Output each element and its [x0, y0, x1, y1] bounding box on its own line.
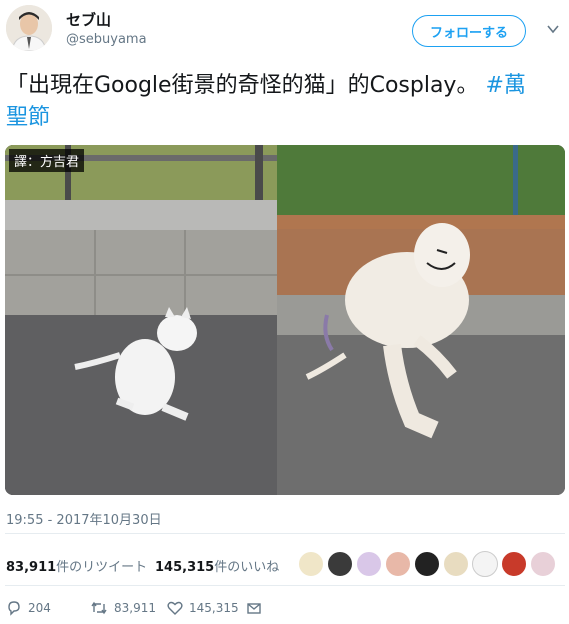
- avatar[interactable]: [6, 5, 52, 51]
- liker-avatar[interactable]: [414, 551, 440, 577]
- like-stat[interactable]: 145,315件のいいね: [155, 556, 279, 575]
- chevron-down-icon[interactable]: [546, 22, 560, 36]
- retweet-stat[interactable]: 83,911件のリツイート: [6, 556, 147, 575]
- like-button[interactable]: 145,315: [167, 600, 239, 616]
- street-cat-photo: [5, 145, 277, 495]
- message-button[interactable]: [246, 600, 268, 616]
- like-stat-label: 件のいいね: [214, 560, 280, 575]
- like-count: 145,315: [189, 601, 239, 615]
- liker-avatar[interactable]: [327, 551, 353, 577]
- retweet-stat-count: 83,911: [6, 560, 57, 575]
- cosplay-photo: [277, 145, 565, 495]
- retweet-stat-label: 件のリツイート: [56, 560, 148, 575]
- like-icon: [167, 601, 183, 615]
- liker-avatar[interactable]: [356, 551, 382, 577]
- liker-avatar[interactable]: [443, 551, 469, 577]
- follow-button[interactable]: フォローする: [412, 15, 526, 47]
- liker-avatar[interactable]: [530, 551, 556, 577]
- liker-avatars: [298, 551, 559, 577]
- retweet-count: 83,911: [114, 601, 156, 615]
- divider: [5, 585, 565, 586]
- display-name[interactable]: セブ山: [66, 9, 111, 30]
- tweet-media[interactable]: 譯：方吉君: [5, 145, 565, 495]
- reply-icon: [8, 601, 20, 616]
- retweet-button[interactable]: 83,911: [90, 600, 156, 616]
- divider: [5, 533, 565, 534]
- tweet-text: 「出現在Google街景的奇怪的猫」的Cosplay。 #萬聖節: [6, 70, 546, 134]
- media-caption: 譯：方吉君: [9, 149, 85, 172]
- liker-avatar[interactable]: [385, 551, 411, 577]
- tweet-text-main: 「出現在Google街景的奇怪的猫」的Cosplay。: [6, 73, 479, 98]
- message-icon: [247, 603, 261, 614]
- liker-avatar[interactable]: [298, 551, 324, 577]
- liker-avatar[interactable]: [501, 551, 527, 577]
- reply-button[interactable]: 204: [6, 600, 51, 616]
- reply-count: 204: [28, 601, 51, 615]
- user-handle[interactable]: @sebuyama: [66, 32, 147, 47]
- retweet-icon: [91, 601, 107, 615]
- like-stat-count: 145,315: [155, 560, 215, 575]
- tweet-timestamp[interactable]: 19:55 - 2017年10月30日: [6, 509, 162, 528]
- liker-avatar[interactable]: [472, 551, 498, 577]
